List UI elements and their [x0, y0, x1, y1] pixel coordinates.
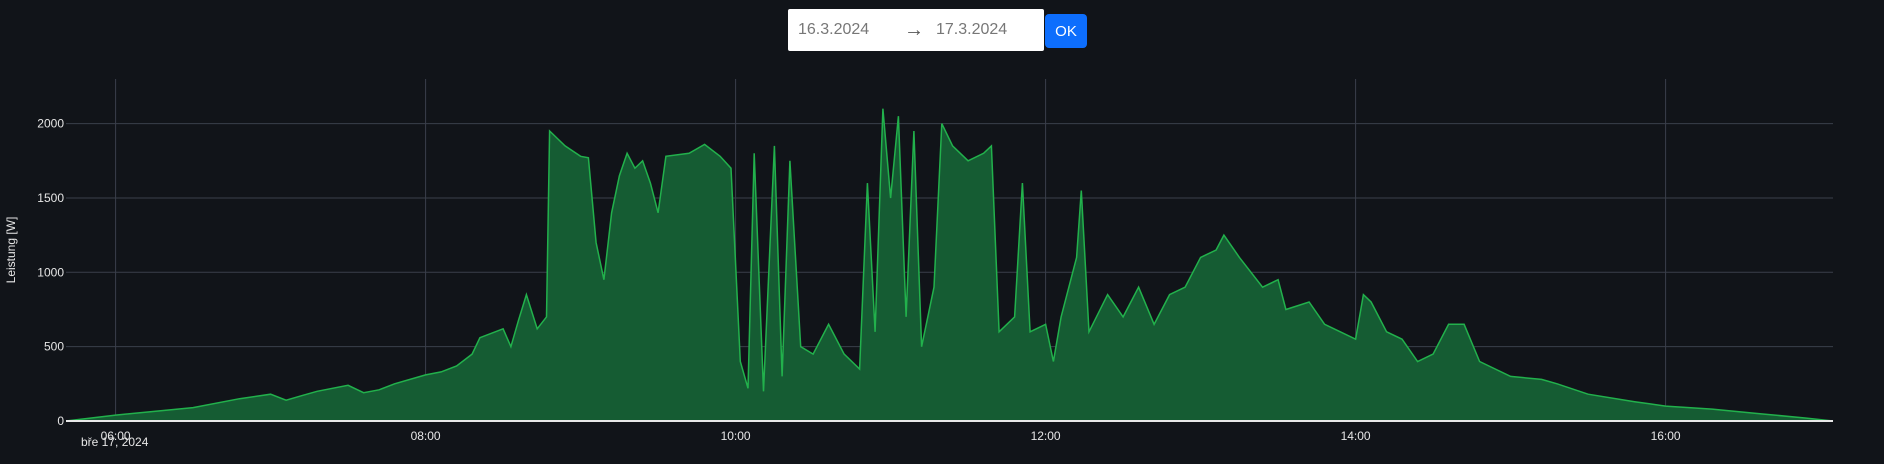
y-tick-label: 2000 — [37, 117, 64, 131]
x-tick-label: 12:00 — [1031, 429, 1061, 443]
x-tick-label: 10:00 — [721, 429, 751, 443]
y-axis-label: Leistung [W] — [4, 217, 18, 284]
date-label: bře 17, 2024 — [81, 435, 149, 449]
y-tick-label: 1500 — [37, 191, 64, 205]
x-tick-label: 14:00 — [1341, 429, 1371, 443]
y-tick-label: 1000 — [37, 265, 64, 279]
power-chart: 06:00 08:00 10:00 12:00 14:00 16:000500100015… — [4, 79, 1834, 449]
power-area-fill — [66, 108, 1833, 421]
x-tick-label: 16:00 — [1651, 429, 1681, 443]
y-tick-label: 0 — [57, 414, 64, 428]
x-tick-label: 08:00 — [411, 429, 441, 443]
y-tick-label: 500 — [44, 340, 64, 354]
